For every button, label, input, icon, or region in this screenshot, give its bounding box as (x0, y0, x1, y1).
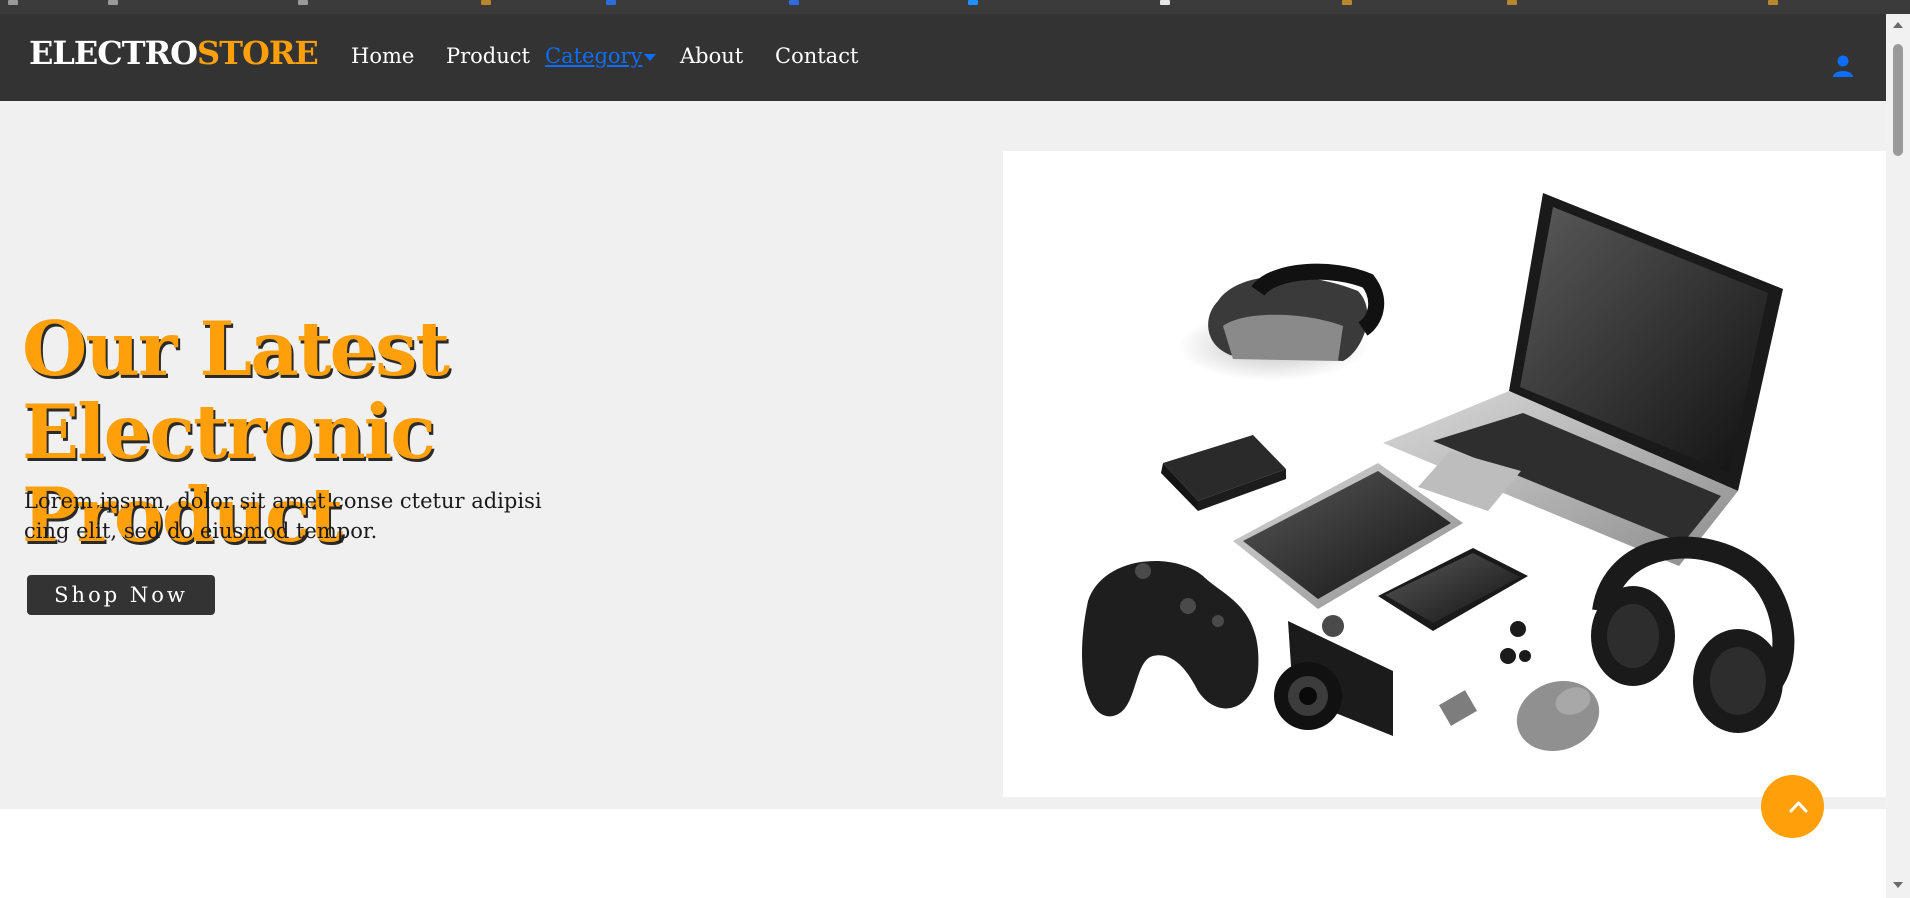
nav-link-home[interactable]: Home (351, 44, 414, 68)
hero-section: Our Latest Electronic Product Lorem ipsu… (0, 101, 1886, 809)
brand-logo-part1: ELECTRO (29, 34, 198, 72)
headphones (1591, 536, 1795, 733)
mouse (1516, 680, 1600, 752)
scroll-to-top-button[interactable] (1761, 775, 1824, 838)
user-icon[interactable] (1832, 55, 1854, 79)
nav-link-category[interactable]: Category (545, 44, 642, 68)
smartphone (1378, 548, 1528, 631)
chevron-down-icon[interactable] (644, 54, 656, 61)
navbar: ELECTROSTORE Home Product Category About… (0, 14, 1886, 101)
earbuds (1500, 621, 1531, 664)
scroll-up-arrow-icon[interactable] (1892, 20, 1904, 30)
chevron-up-icon (1789, 801, 1808, 813)
electronics-illustration (1082, 193, 1795, 752)
hero-product-image (1003, 151, 1886, 797)
scrollbar-thumb[interactable] (1893, 44, 1903, 156)
hero-description: Lorem ipsum, dolor sit amet conse ctetur… (24, 489, 542, 543)
scroll-down-arrow-icon[interactable] (1892, 880, 1904, 890)
brand-logo[interactable]: ELECTROSTORE (29, 34, 319, 72)
nav-link-product[interactable]: Product (446, 44, 530, 68)
browser-bookmarks-strip (0, 0, 1910, 14)
shop-now-button[interactable]: Shop Now (27, 575, 215, 615)
vr-headset (1178, 263, 1385, 381)
nav-link-contact[interactable]: Contact (775, 44, 858, 68)
game-controller (1082, 561, 1259, 717)
hard-drive (1161, 435, 1286, 511)
sd-card (1439, 690, 1477, 726)
hero-title-line1: Our Latest (22, 305, 450, 393)
nav-link-about[interactable]: About (680, 44, 743, 68)
camera (1274, 615, 1393, 736)
brand-logo-part2: STORE (197, 34, 319, 72)
page-scrollbar[interactable] (1886, 14, 1910, 898)
